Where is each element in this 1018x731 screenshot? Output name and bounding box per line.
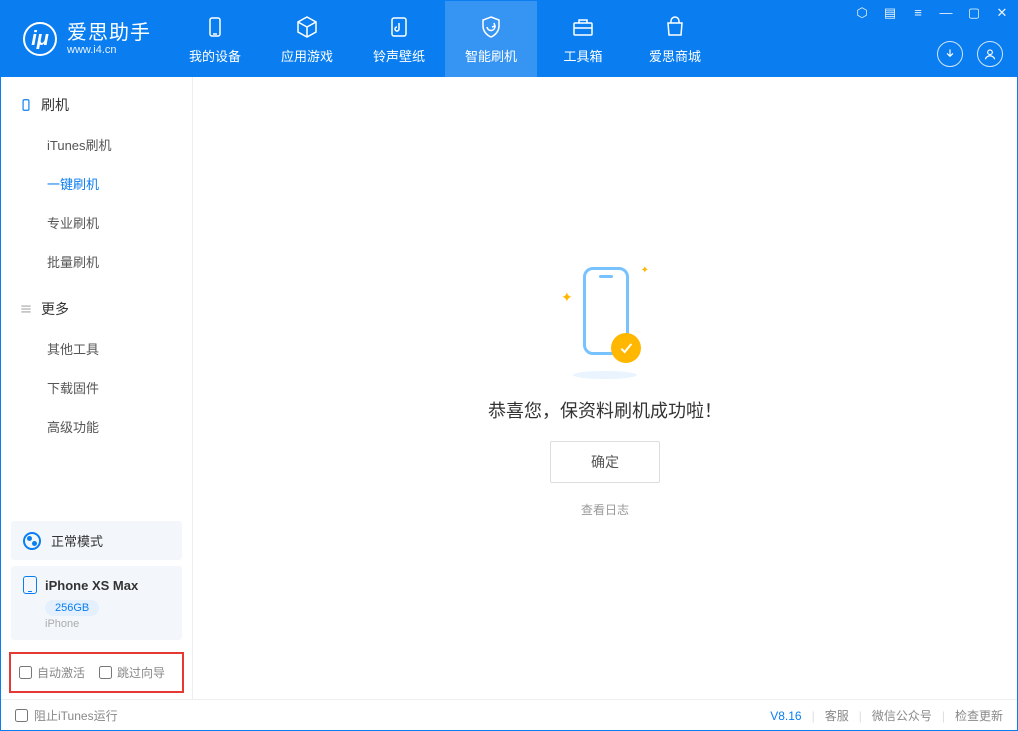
header: iμ 爱思助手 www.i4.cn 我的设备 应用游戏 铃声壁纸 智能刷机 工具… <box>1 1 1017 77</box>
list-icon[interactable]: ▤ <box>881 5 899 21</box>
success-illustration: ✦ ✦ <box>555 259 655 379</box>
storage-badge: 256GB <box>45 600 99 616</box>
tab-label: 我的设备 <box>189 46 241 65</box>
tab-label: 爱思商城 <box>649 46 701 65</box>
sidebar-item-advanced[interactable]: 高级功能 <box>1 407 192 446</box>
section-flash: 刷机 <box>1 77 192 125</box>
sidebar-item-oneclick[interactable]: 一键刷机 <box>1 164 192 203</box>
sidebar-item-batch[interactable]: 批量刷机 <box>1 242 192 281</box>
checkbox-input[interactable] <box>99 666 112 679</box>
cube-icon <box>294 14 320 40</box>
app-subtitle: www.i4.cn <box>67 44 151 56</box>
device-name: iPhone XS Max <box>45 578 138 593</box>
sidebar-item-other[interactable]: 其他工具 <box>1 329 192 368</box>
auto-activate-checkbox[interactable]: 自动激活 <box>19 664 85 681</box>
mode-box[interactable]: 正常模式 <box>11 521 182 560</box>
download-button[interactable] <box>937 41 963 67</box>
section-label: 更多 <box>41 299 69 319</box>
checkbox-label: 自动激活 <box>37 664 85 681</box>
list-icon <box>19 302 33 316</box>
bag-icon <box>662 14 688 40</box>
phone-icon <box>19 98 33 112</box>
tab-store[interactable]: 爱思商城 <box>629 1 721 77</box>
sidebar-item-pro[interactable]: 专业刷机 <box>1 203 192 242</box>
window-controls: ⬡ ▤ ≡ — ▢ ✕ <box>853 5 1011 21</box>
options-row: 自动激活 跳过向导 <box>9 652 184 693</box>
tab-ringtone[interactable]: 铃声壁纸 <box>353 1 445 77</box>
success-message: 恭喜您，保资料刷机成功啦！ <box>488 397 722 423</box>
footer: 阻止iTunes运行 V8.16 | 客服 | 微信公众号 | 检查更新 <box>1 699 1017 731</box>
header-actions <box>937 41 1003 67</box>
logo[interactable]: iμ 爱思助手 www.i4.cn <box>1 1 169 77</box>
toolbox-icon <box>570 14 596 40</box>
app-title: 爱思助手 <box>67 22 151 44</box>
body: 刷机 iTunes刷机 一键刷机 专业刷机 批量刷机 更多 其他工具 下载固件 … <box>1 77 1017 699</box>
skip-guide-checkbox[interactable]: 跳过向导 <box>99 664 165 681</box>
shirt-icon[interactable]: ⬡ <box>853 5 871 21</box>
wechat-link[interactable]: 微信公众号 <box>872 707 932 724</box>
phone-icon <box>23 576 37 594</box>
section-label: 刷机 <box>41 95 69 115</box>
main-tabs: 我的设备 应用游戏 铃声壁纸 智能刷机 工具箱 爱思商城 <box>169 1 721 77</box>
minimize-button[interactable]: — <box>937 5 955 21</box>
mode-icon <box>23 532 41 550</box>
music-icon <box>386 14 412 40</box>
tab-device[interactable]: 我的设备 <box>169 1 261 77</box>
update-link[interactable]: 检查更新 <box>955 707 1003 724</box>
block-itunes-label: 阻止iTunes运行 <box>34 707 118 724</box>
sparkle-icon: ✦ <box>561 289 573 306</box>
close-button[interactable]: ✕ <box>993 5 1011 21</box>
device-box[interactable]: iPhone XS Max 256GB iPhone <box>11 566 182 640</box>
menu-icon[interactable]: ≡ <box>909 5 927 21</box>
tab-apps[interactable]: 应用游戏 <box>261 1 353 77</box>
tab-label: 应用游戏 <box>281 46 333 65</box>
sidebar-item-itunes[interactable]: iTunes刷机 <box>1 125 192 164</box>
support-link[interactable]: 客服 <box>825 707 849 724</box>
section-more: 更多 <box>1 281 192 329</box>
sparkle-icon: ✦ <box>641 265 649 276</box>
tab-label: 智能刷机 <box>465 46 517 65</box>
user-button[interactable] <box>977 41 1003 67</box>
logo-icon: iμ <box>23 22 57 56</box>
checkbox-label: 跳过向导 <box>117 664 165 681</box>
device-type: iPhone <box>45 618 170 630</box>
tab-label: 工具箱 <box>563 46 602 65</box>
mode-label: 正常模式 <box>51 531 103 550</box>
checkbox-input[interactable] <box>19 666 32 679</box>
main-content: ✦ ✦ 恭喜您，保资料刷机成功啦！ 确定 查看日志 <box>193 77 1017 699</box>
sidebar: 刷机 iTunes刷机 一键刷机 专业刷机 批量刷机 更多 其他工具 下载固件 … <box>1 77 193 699</box>
phone-icon <box>202 14 228 40</box>
tab-label: 铃声壁纸 <box>373 46 425 65</box>
tab-toolbox[interactable]: 工具箱 <box>537 1 629 77</box>
version-label: V8.16 <box>770 709 801 723</box>
check-badge-icon <box>611 333 641 363</box>
block-itunes-checkbox[interactable] <box>15 709 28 722</box>
sidebar-item-firmware[interactable]: 下载固件 <box>1 368 192 407</box>
ok-button[interactable]: 确定 <box>550 441 660 483</box>
view-log-link[interactable]: 查看日志 <box>581 501 629 518</box>
maximize-button[interactable]: ▢ <box>965 5 983 21</box>
tab-flash[interactable]: 智能刷机 <box>445 1 537 77</box>
shield-refresh-icon <box>478 14 504 40</box>
